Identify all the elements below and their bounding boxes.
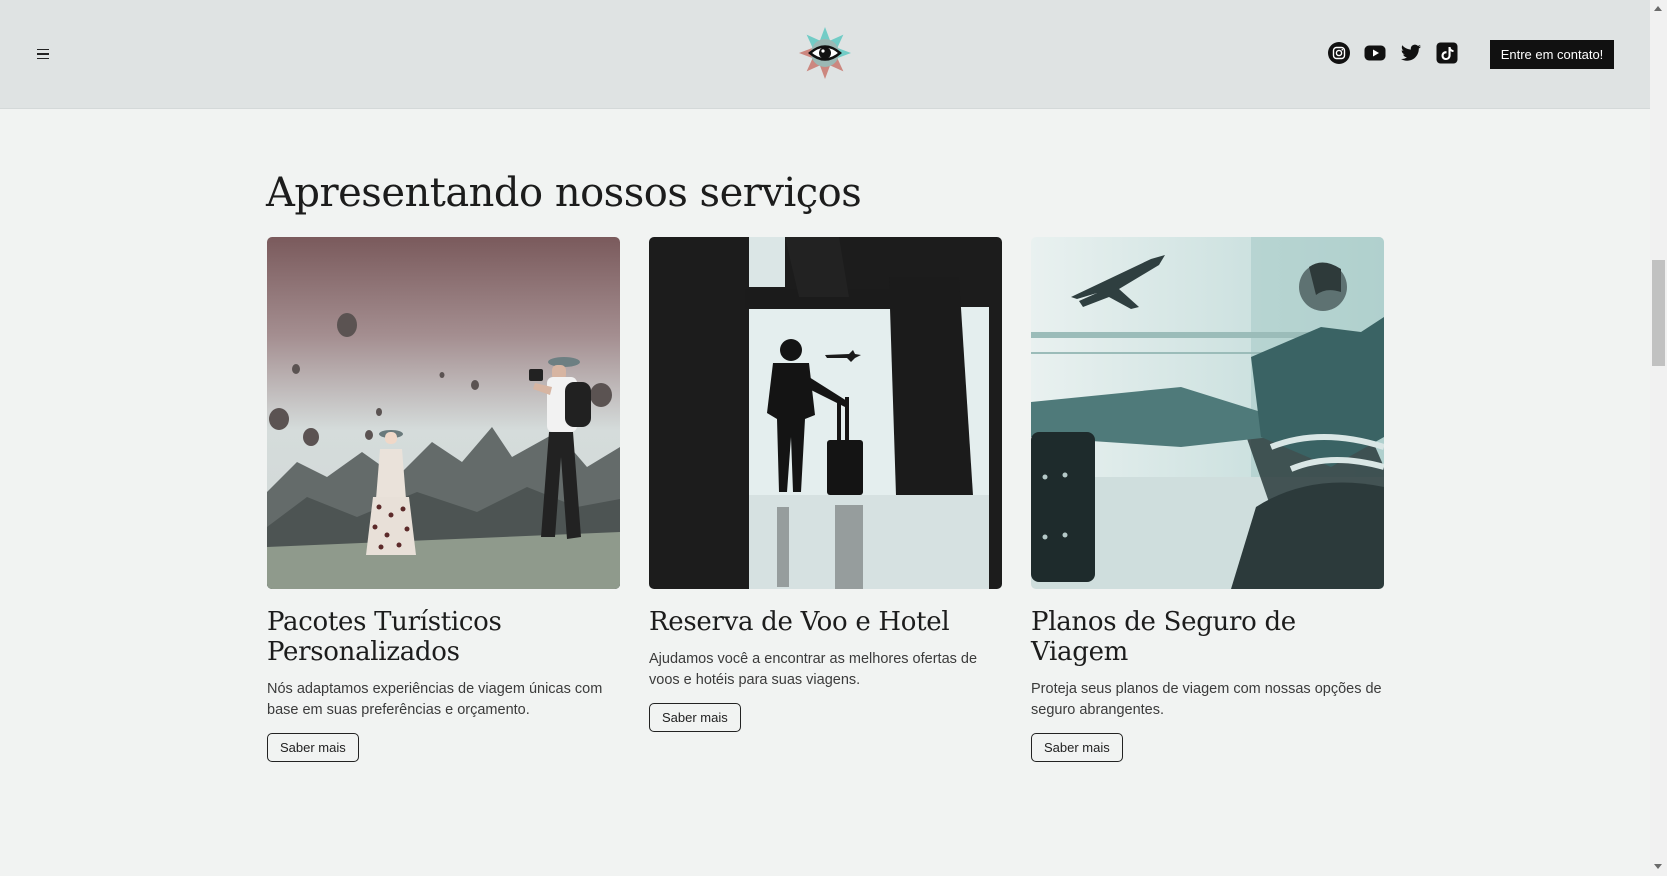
card-title: Pacotes Turísticos Personalizados <box>267 607 502 667</box>
service-card-flight-hotel: Reserva de Voo e Hotel Ajudamos você a e… <box>649 237 1002 732</box>
hot-air-balloons-travelers-photo <box>267 237 620 589</box>
section-title: Apresentando nossos serviços <box>266 170 862 216</box>
contact-button[interactable]: Entre em contato! <box>1490 40 1614 69</box>
man-waiting-airport-photo <box>1031 237 1384 589</box>
scrollbar-thumb[interactable] <box>1652 260 1665 366</box>
card-title: Planos de Seguro de Viagem <box>1031 607 1296 667</box>
tiktok-icon[interactable] <box>1436 42 1458 64</box>
learn-more-button[interactable]: Saber mais <box>267 733 359 762</box>
card-description: Proteja seus planos de viagem com nossas… <box>1031 681 1382 718</box>
learn-more-button[interactable]: Saber mais <box>649 703 741 732</box>
twitter-icon[interactable] <box>1400 42 1422 64</box>
scrollbar-track[interactable] <box>1650 0 1667 876</box>
service-card-custom-packages: Pacotes Turísticos Personalizados Nós ad… <box>267 237 620 762</box>
card-description: Nós adaptamos experiências de viagem úni… <box>267 681 603 718</box>
scroll-down-arrow-icon[interactable] <box>1654 864 1662 869</box>
airport-window-silhouette-photo <box>649 237 1002 589</box>
instagram-icon[interactable] <box>1328 42 1350 64</box>
site-header: Entre em contato! <box>0 0 1650 109</box>
hamburger-menu-icon[interactable] <box>34 44 52 64</box>
card-title: Reserva de Voo e Hotel <box>649 607 950 637</box>
learn-more-button[interactable]: Saber mais <box>1031 733 1123 762</box>
eye-flower-logo[interactable] <box>798 26 852 80</box>
scroll-up-arrow-icon[interactable] <box>1654 6 1662 11</box>
card-description: Ajudamos você a encontrar as melhores of… <box>649 651 978 688</box>
youtube-icon[interactable] <box>1364 42 1386 64</box>
service-card-travel-insurance: Planos de Seguro de Viagem Proteja seus … <box>1031 237 1384 762</box>
